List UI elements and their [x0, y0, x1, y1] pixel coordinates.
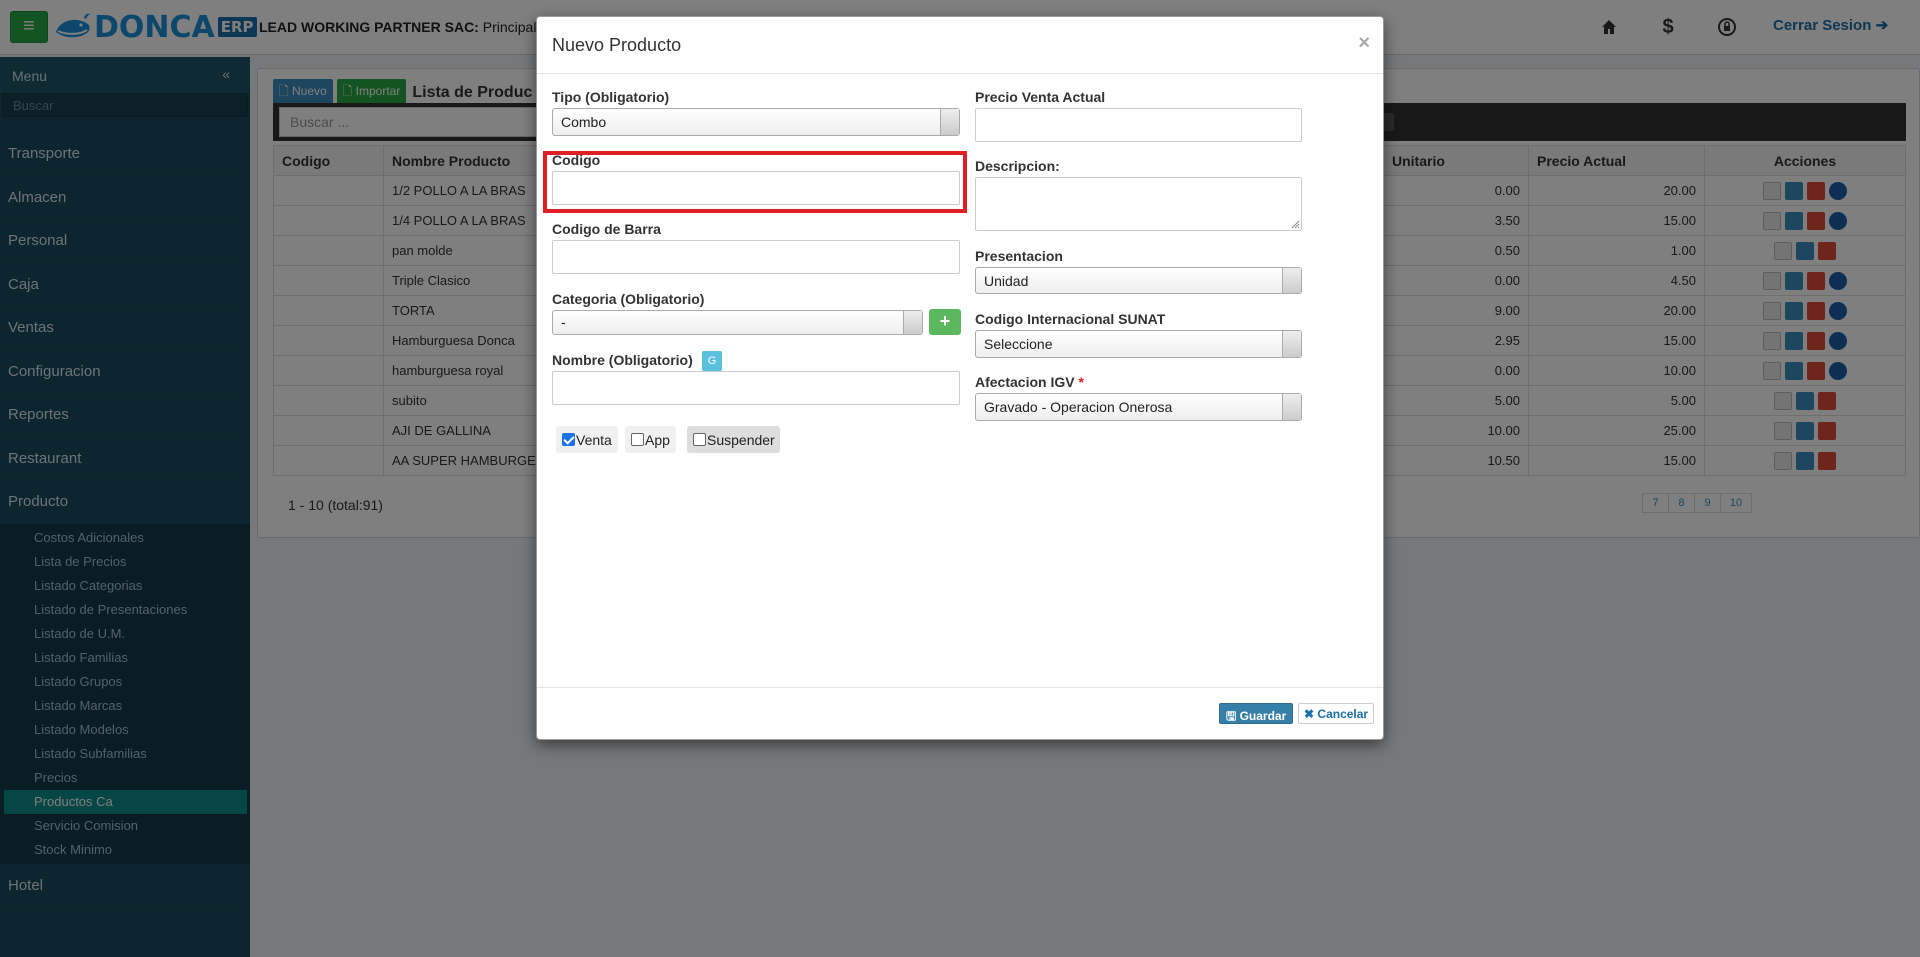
dropdown-arrow-icon	[1282, 394, 1301, 420]
sunat-select-value: Seleccione	[984, 336, 1053, 352]
categoria-label: Categoria (Obligatorio)	[552, 291, 705, 307]
tipo-label: Tipo (Obligatorio)	[552, 89, 670, 105]
close-icon: ✖	[1304, 707, 1315, 721]
presentacion-select-value: Unidad	[984, 273, 1029, 289]
descripcion-label: Descripcion:	[975, 158, 1060, 174]
save-button[interactable]: 🖫 Guardar	[1219, 703, 1294, 724]
modal-header: Nuevo Producto ×	[537, 17, 1383, 74]
modal-footer: 🖫 Guardar ✖ Cancelar	[537, 687, 1383, 739]
dropdown-arrow-icon	[940, 109, 959, 135]
nombre-input[interactable]	[552, 371, 960, 405]
nombre-label: Nombre (Obligatorio)	[552, 352, 693, 368]
codigo-input[interactable]	[552, 171, 960, 205]
tipo-select-value: Combo	[561, 114, 607, 130]
dropdown-arrow-icon	[903, 311, 922, 334]
app-checkbox[interactable]: App	[625, 426, 676, 453]
required-marker: *	[1078, 374, 1084, 390]
add-categoria-button[interactable]: +	[929, 309, 961, 335]
categoria-select-value: -	[561, 314, 566, 330]
checkbox-checked-icon	[562, 433, 575, 446]
presentacion-label: Presentacion	[975, 248, 1063, 264]
venta-checkbox[interactable]: Venta	[556, 426, 618, 453]
igv-select[interactable]: Gravado - Operacion Onerosa	[975, 393, 1302, 421]
checkbox-unchecked-icon	[693, 433, 706, 446]
precio-label: Precio Venta Actual	[975, 89, 1106, 105]
cancel-button[interactable]: ✖ Cancelar	[1298, 703, 1375, 724]
new-product-modal: Nuevo Producto × Tipo (Obligatorio) Comb…	[536, 16, 1384, 740]
generate-name-button[interactable]: G	[702, 351, 722, 371]
save-icon: 🖫	[1226, 709, 1237, 723]
categoria-select[interactable]: -	[552, 310, 923, 335]
codigo-barra-label: Codigo de Barra	[552, 221, 661, 237]
precio-input[interactable]	[975, 108, 1302, 142]
sunat-select[interactable]: Seleccione	[975, 330, 1302, 358]
sunat-label: Codigo Internacional SUNAT	[975, 311, 1166, 327]
codigo-barra-input[interactable]	[552, 240, 960, 274]
dropdown-arrow-icon	[1282, 331, 1301, 357]
codigo-label: Codigo	[552, 152, 601, 168]
igv-select-value: Gravado - Operacion Onerosa	[984, 399, 1173, 415]
modal-title: Nuevo Producto	[552, 35, 682, 55]
dropdown-arrow-icon	[1282, 268, 1301, 293]
tipo-select[interactable]: Combo	[552, 108, 960, 136]
presentacion-select[interactable]: Unidad	[975, 267, 1302, 294]
descripcion-textarea[interactable]	[975, 177, 1302, 231]
suspender-checkbox[interactable]: Suspender	[687, 426, 780, 453]
igv-label: Afectacion IGV *	[975, 374, 1084, 390]
close-icon[interactable]: ×	[1358, 32, 1370, 55]
checkbox-unchecked-icon	[631, 433, 644, 446]
resize-handle-icon[interactable]	[1290, 219, 1300, 229]
